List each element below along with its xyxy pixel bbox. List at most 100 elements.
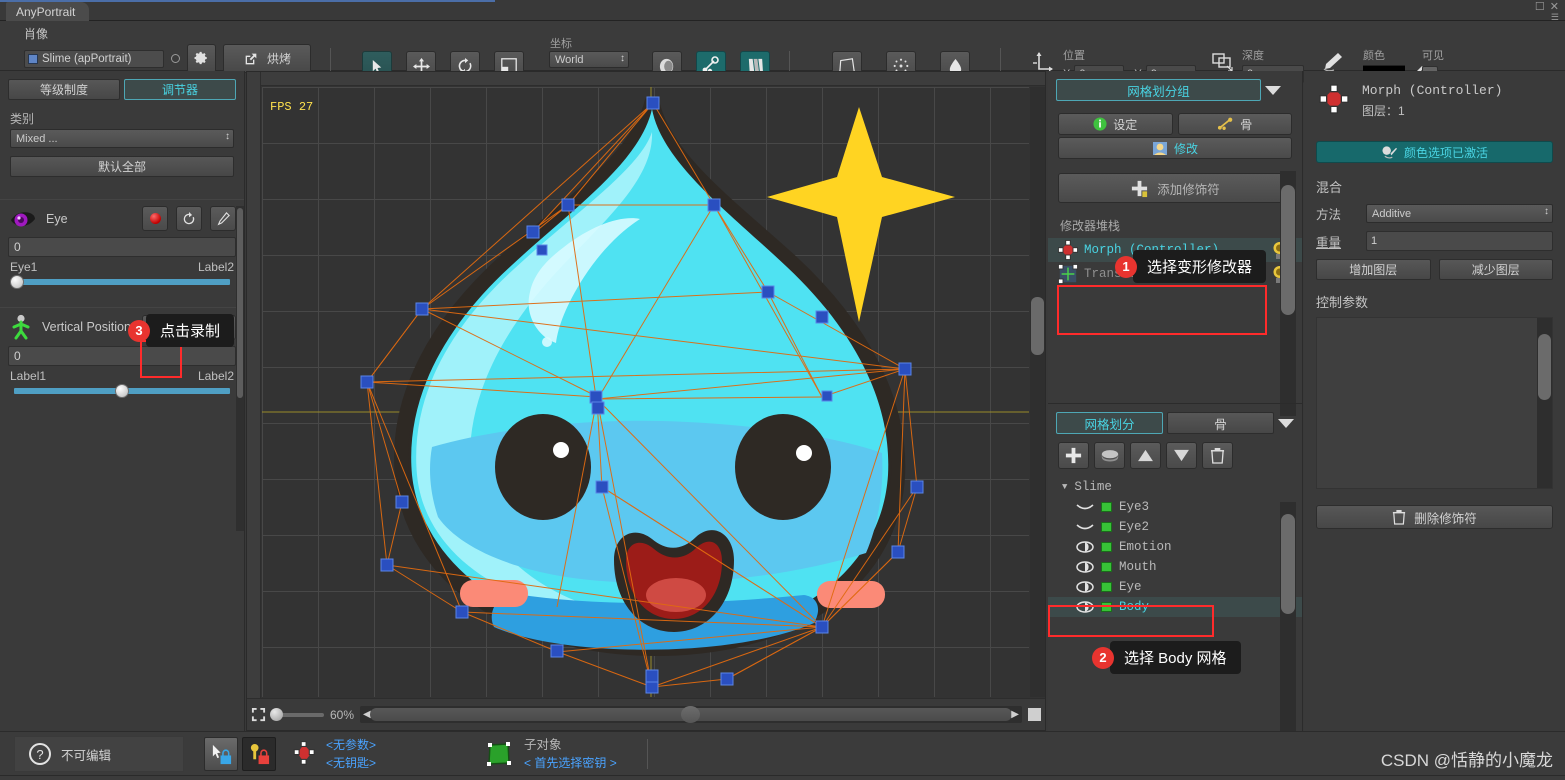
color-brush-icon bbox=[1382, 145, 1397, 159]
viewport-resize-handle[interactable] bbox=[1028, 708, 1041, 721]
control-eye-reset-button[interactable] bbox=[176, 206, 202, 231]
portrait-object-field[interactable]: Slime (apPortrait) bbox=[24, 49, 164, 68]
tree-root-slime[interactable]: ▼ Slime bbox=[1048, 477, 1302, 497]
color-option-button[interactable]: 颜色选项已激活 bbox=[1316, 141, 1553, 163]
tab-hierarchy[interactable]: 等级制度 bbox=[8, 79, 120, 100]
move-down-button[interactable] bbox=[1166, 442, 1197, 469]
child-object-label: 子对象 bbox=[524, 738, 562, 752]
remove-layer-button[interactable]: 减少图层 bbox=[1438, 259, 1553, 280]
viewport-horizontal-scrollbar[interactable]: ◀ ▶ bbox=[360, 706, 1022, 723]
move-up-button[interactable] bbox=[1130, 442, 1161, 469]
sub-tab-mesh-division[interactable]: 网格划分 bbox=[1056, 412, 1163, 434]
tree-item-eye[interactable]: Eye bbox=[1048, 577, 1302, 597]
eye-icon[interactable] bbox=[1076, 561, 1094, 573]
coord-dropdown[interactable]: World bbox=[549, 51, 629, 68]
closed-eye-icon[interactable] bbox=[1076, 502, 1094, 512]
modifier-stack-scrollbar[interactable] bbox=[1280, 171, 1296, 416]
modify-face-icon bbox=[1152, 141, 1167, 155]
left-panel-scroll-thumb[interactable] bbox=[237, 208, 243, 398]
expand-chevron-down-icon[interactable]: ▼ bbox=[1062, 482, 1067, 492]
pencil-icon bbox=[217, 211, 230, 225]
callout-2-number: 2 bbox=[1092, 646, 1114, 669]
mesh-group-panel: 网格划分组 设定 骨 修改 添加修饰符 修改器堆栈 Morph 网格划分 骨 ▼… bbox=[1048, 71, 1303, 742]
eye-icon[interactable] bbox=[1076, 541, 1094, 553]
eye-icon[interactable] bbox=[1076, 601, 1094, 613]
add-modifier-button[interactable]: 添加修饰符 bbox=[1058, 173, 1292, 203]
delete-modifier-button[interactable]: 删除修饰符 bbox=[1316, 505, 1553, 529]
control-params-list[interactable] bbox=[1316, 317, 1553, 489]
add-icon bbox=[1132, 180, 1148, 197]
control-params-scrollbar[interactable] bbox=[1537, 318, 1552, 488]
duplicate-mesh-button[interactable] bbox=[1094, 442, 1125, 469]
control-eye-slider[interactable] bbox=[10, 275, 230, 289]
viewport-vscroll-thumb[interactable] bbox=[1031, 297, 1044, 355]
default-all-button[interactable]: 默认全部 bbox=[10, 156, 234, 177]
settings-tab-button[interactable]: 设定 bbox=[1058, 113, 1173, 135]
mesh-tree-scroll-thumb[interactable] bbox=[1281, 514, 1295, 614]
category-value: Mixed ... bbox=[16, 132, 58, 145]
sub-tab-bone[interactable]: 骨 bbox=[1167, 412, 1274, 434]
tab-controller[interactable]: 调节器 bbox=[124, 79, 236, 100]
eye-icon[interactable] bbox=[1076, 581, 1094, 593]
add-layer-button[interactable]: 增加图层 bbox=[1316, 259, 1431, 280]
control-eye-value[interactable]: 0 bbox=[8, 237, 236, 257]
settings-button[interactable] bbox=[187, 44, 216, 73]
object-picker-icon[interactable] bbox=[171, 54, 180, 63]
mesh-division-header: 网格划分 骨 bbox=[1056, 412, 1294, 434]
ruler-left bbox=[247, 72, 261, 730]
left-controller-panel: 等级制度 调节器 类别 Mixed ... 默认全部 Eye bbox=[0, 71, 245, 731]
control-params-scroll-thumb[interactable] bbox=[1538, 334, 1551, 400]
weight-row: 重量 1 bbox=[1316, 231, 1553, 251]
prefab-icon bbox=[28, 54, 38, 64]
lock-key-icon bbox=[250, 743, 269, 764]
bone-tab-button[interactable]: 骨 bbox=[1177, 113, 1292, 135]
mesh-editor-viewport[interactable]: FPS 27 60% ◀ ▶ bbox=[246, 71, 1046, 731]
mesh-tree-scrollbar[interactable] bbox=[1280, 502, 1296, 742]
fit-screen-icon[interactable] bbox=[251, 707, 266, 722]
mesh-group-title[interactable]: 网格划分组 bbox=[1056, 79, 1261, 101]
control-eye-record-button[interactable] bbox=[142, 206, 168, 231]
tree-item-mouth[interactable]: Mouth bbox=[1048, 557, 1302, 577]
scroll-right-arrow[interactable]: ▶ bbox=[1011, 709, 1019, 720]
bake-button[interactable]: 烘烤 bbox=[223, 44, 311, 73]
maximize-icon[interactable]: ☐ bbox=[1535, 2, 1545, 13]
color-label: 颜色 bbox=[1363, 50, 1385, 62]
control-eye-slider-knob[interactable] bbox=[10, 275, 24, 289]
lock-select-button[interactable] bbox=[204, 737, 238, 771]
zoom-slider[interactable] bbox=[270, 707, 324, 721]
delete-icon bbox=[1393, 510, 1406, 525]
control-vertical-position-slider-knob[interactable] bbox=[115, 384, 129, 398]
lock-key-button[interactable] bbox=[242, 737, 276, 771]
tree-root-label: Slime bbox=[1074, 480, 1112, 494]
no-parameter-text[interactable]: <无参数> bbox=[326, 736, 376, 754]
tree-item-eye3[interactable]: Eye3 bbox=[1048, 497, 1302, 517]
closed-eye-icon[interactable] bbox=[1076, 522, 1094, 532]
viewport-vertical-scrollbar[interactable] bbox=[1030, 87, 1045, 697]
delete-mesh-button[interactable] bbox=[1202, 442, 1233, 469]
coordinate-group: 坐标 World bbox=[549, 38, 629, 68]
modify-tab-button[interactable]: 修改 bbox=[1058, 137, 1292, 159]
control-vertical-position-value[interactable]: 0 bbox=[8, 346, 236, 366]
mesh-division-chevron-down-icon[interactable] bbox=[1278, 418, 1294, 428]
tree-item-body[interactable]: Body bbox=[1048, 597, 1302, 617]
add-mesh-button[interactable] bbox=[1058, 442, 1089, 469]
panel-options-chevron-down-icon[interactable] bbox=[1265, 85, 1281, 95]
tree-item-emotion[interactable]: Emotion bbox=[1048, 537, 1302, 557]
left-panel-scrollbar[interactable] bbox=[236, 206, 244, 531]
tree-item-eye2[interactable]: Eye2 bbox=[1048, 517, 1302, 537]
hscroll-grip[interactable] bbox=[681, 706, 701, 723]
weight-field[interactable]: 1 bbox=[1366, 231, 1553, 251]
control-vertical-position-slider[interactable] bbox=[14, 384, 230, 398]
method-dropdown[interactable]: Additive bbox=[1366, 204, 1553, 223]
tab-anyportrait[interactable]: AnyPortrait bbox=[6, 2, 90, 21]
select-key-first-text[interactable]: < 首先选择密钥 > bbox=[524, 754, 617, 772]
tree-item-eye-label: Eye bbox=[1119, 580, 1142, 594]
control-eye-edit-button[interactable] bbox=[210, 206, 236, 231]
category-dropdown[interactable]: Mixed ... bbox=[10, 129, 234, 148]
param-key-group: <无参数> <无钥匙> bbox=[326, 736, 376, 772]
canvas[interactable]: FPS 27 bbox=[262, 87, 1029, 697]
mesh-green-icon bbox=[1101, 602, 1112, 612]
zoom-slider-knob[interactable] bbox=[270, 707, 283, 721]
no-key-text[interactable]: <无钥匙> bbox=[326, 754, 376, 772]
modifier-stack-scroll-thumb[interactable] bbox=[1281, 185, 1295, 315]
